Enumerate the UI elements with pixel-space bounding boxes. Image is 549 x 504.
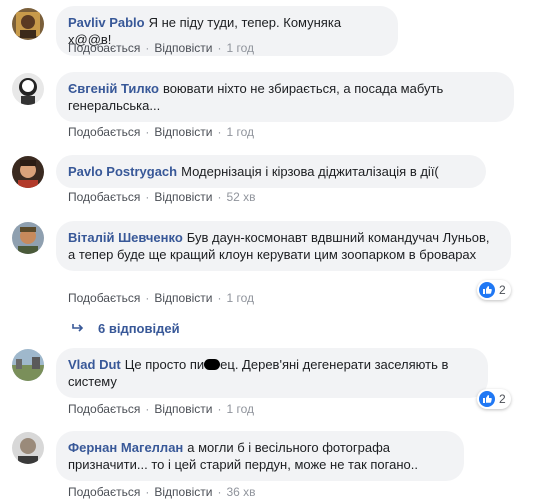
comment-time[interactable]: 1 год — [226, 125, 254, 139]
comment-bubble: Pavlo Postrygach Модернізація і кірзова д… — [56, 155, 486, 188]
comment-actions: Подобається · Відповісти · 36 хв — [68, 485, 256, 499]
like-link[interactable]: Подобається — [68, 190, 140, 204]
comment-author[interactable]: Фернан Магеллан — [68, 440, 183, 455]
avatar[interactable] — [12, 432, 44, 464]
comment-time[interactable]: 1 год — [226, 291, 254, 305]
reply-link[interactable]: Відповісти — [154, 291, 212, 305]
comment-bubble: Віталій Шевченко Був даун-космонавт вдвшн… — [56, 221, 511, 271]
comment-actions: Подобається · Відповісти · 1 год — [68, 291, 254, 305]
avatar[interactable] — [12, 156, 44, 188]
reply-link[interactable]: Відповісти — [154, 125, 212, 139]
reply-arrow-icon — [72, 321, 84, 336]
comment-bubble: Vlad Dut Це просто пи ец. Дерев'яні дегене… — [56, 348, 488, 398]
comment-actions: Подобається · Відповісти · 1 год — [68, 125, 254, 139]
comment-author[interactable]: Pavlo Postrygach — [68, 164, 177, 179]
comment-time[interactable]: 52 хв — [226, 190, 255, 204]
view-replies-link[interactable]: 6 відповідей — [72, 321, 180, 336]
thumbs-up-icon — [479, 282, 495, 298]
reply-link[interactable]: Відповісти — [154, 41, 212, 55]
like-link[interactable]: Подобається — [68, 485, 140, 499]
reaction-number: 2 — [499, 392, 506, 406]
comment-author[interactable]: Євгеній Тилко — [68, 81, 159, 96]
comment-time[interactable]: 36 хв — [226, 485, 255, 499]
reply-link[interactable]: Відповісти — [154, 402, 212, 416]
like-link[interactable]: Подобається — [68, 41, 140, 55]
comment-author[interactable]: Pavliv Pablo — [68, 15, 145, 30]
comment-bubble: Фернан Магеллан а могли б і весільного фо… — [56, 431, 464, 481]
reaction-number: 2 — [499, 283, 506, 297]
like-link[interactable]: Подобається — [68, 291, 140, 305]
reaction-count[interactable]: 2 — [477, 389, 511, 409]
comment-time[interactable]: 1 год — [226, 41, 254, 55]
comment-time[interactable]: 1 год — [226, 402, 254, 416]
avatar[interactable] — [12, 8, 44, 40]
comment-text: Це просто пи — [124, 357, 205, 372]
comment-author[interactable]: Віталій Шевченко — [68, 230, 183, 245]
reply-link[interactable]: Відповісти — [154, 485, 212, 499]
replies-count[interactable]: 6 відповідей — [98, 321, 180, 336]
like-link[interactable]: Подобається — [68, 402, 140, 416]
reply-link[interactable]: Відповісти — [154, 190, 212, 204]
avatar[interactable] — [12, 73, 44, 105]
comment-author[interactable]: Vlad Dut — [68, 357, 121, 372]
comment-text: Модернізація і кірзова діджиталізація в … — [181, 164, 439, 179]
censored-mark — [204, 359, 221, 370]
comment-actions: Подобається · Відповісти · 52 хв — [68, 190, 256, 204]
avatar[interactable] — [12, 349, 44, 381]
comment-actions: Подобається · Відповісти · 1 год — [68, 402, 254, 416]
avatar[interactable] — [12, 222, 44, 254]
reaction-count[interactable]: 2 — [477, 280, 511, 300]
like-link[interactable]: Подобається — [68, 125, 140, 139]
comment-bubble: Євгеній Тилко воювати ніхто не збирається… — [56, 72, 514, 122]
comment-actions: Подобається · Відповісти · 1 год — [68, 41, 254, 55]
thumbs-up-icon — [479, 391, 495, 407]
